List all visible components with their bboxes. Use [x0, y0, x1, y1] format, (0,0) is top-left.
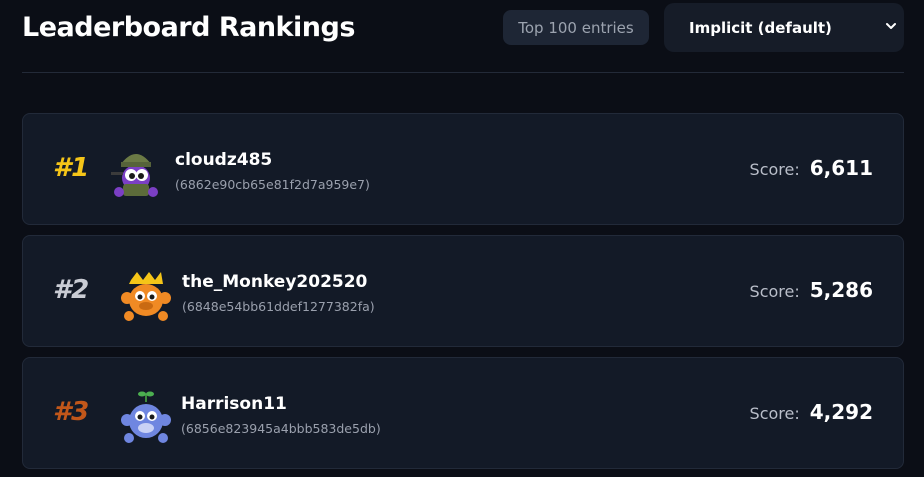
purple-monkey-soldier-icon: [111, 154, 158, 197]
player-name[interactable]: cloudz485: [175, 150, 272, 170]
player-name[interactable]: the_Monkey202520: [182, 272, 367, 292]
rank-label: #1: [53, 153, 90, 183]
score-label: Score:: [749, 282, 800, 301]
leaderboard-row[interactable]: #2 the_Monkey202520 (6848e54bb61ddef1277…: [22, 235, 904, 347]
score-label: Score:: [749, 404, 800, 423]
chevron-down-icon: [886, 23, 896, 29]
player-name[interactable]: Harrison11: [181, 394, 287, 414]
page-title: Leaderboard Rankings: [22, 12, 355, 43]
score: Score: 5,286: [750, 278, 873, 302]
score-label: Score:: [749, 160, 800, 179]
score-value: 4,292: [809, 400, 873, 424]
player-id: (6856e823945a4bbb583de5db): [181, 421, 381, 436]
score: Score: 4,292: [750, 400, 873, 424]
entries-count-badge: Top 100 entries: [503, 10, 649, 45]
header-divider: [22, 72, 904, 73]
orange-monkey-crown-icon: [121, 272, 171, 321]
score-value: 5,286: [809, 278, 873, 302]
blue-monkey-sprout-icon: [121, 391, 171, 443]
score-value: 6,611: [809, 156, 873, 180]
leaderboard-row[interactable]: #3 Harrison11 (6856e823945a4bbb583de5db)…: [22, 357, 904, 469]
player-id: (6862e90cb65e81f2d7a959e7): [175, 177, 370, 192]
rank-label: #3: [53, 397, 90, 427]
score: Score: 6,611: [750, 156, 873, 180]
header: Leaderboard Rankings Top 100 entries Imp…: [0, 0, 924, 72]
player-id: (6848e54bb61ddef1277382fa): [182, 299, 375, 314]
ranking-mode-select[interactable]: Implicit (default): [664, 3, 904, 52]
rank-label: #2: [53, 275, 90, 305]
ranking-mode-value: Implicit (default): [689, 18, 832, 37]
leaderboard-row[interactable]: #1 cloudz485 (6862e90cb65e81f2d7a959e7) …: [22, 113, 904, 225]
